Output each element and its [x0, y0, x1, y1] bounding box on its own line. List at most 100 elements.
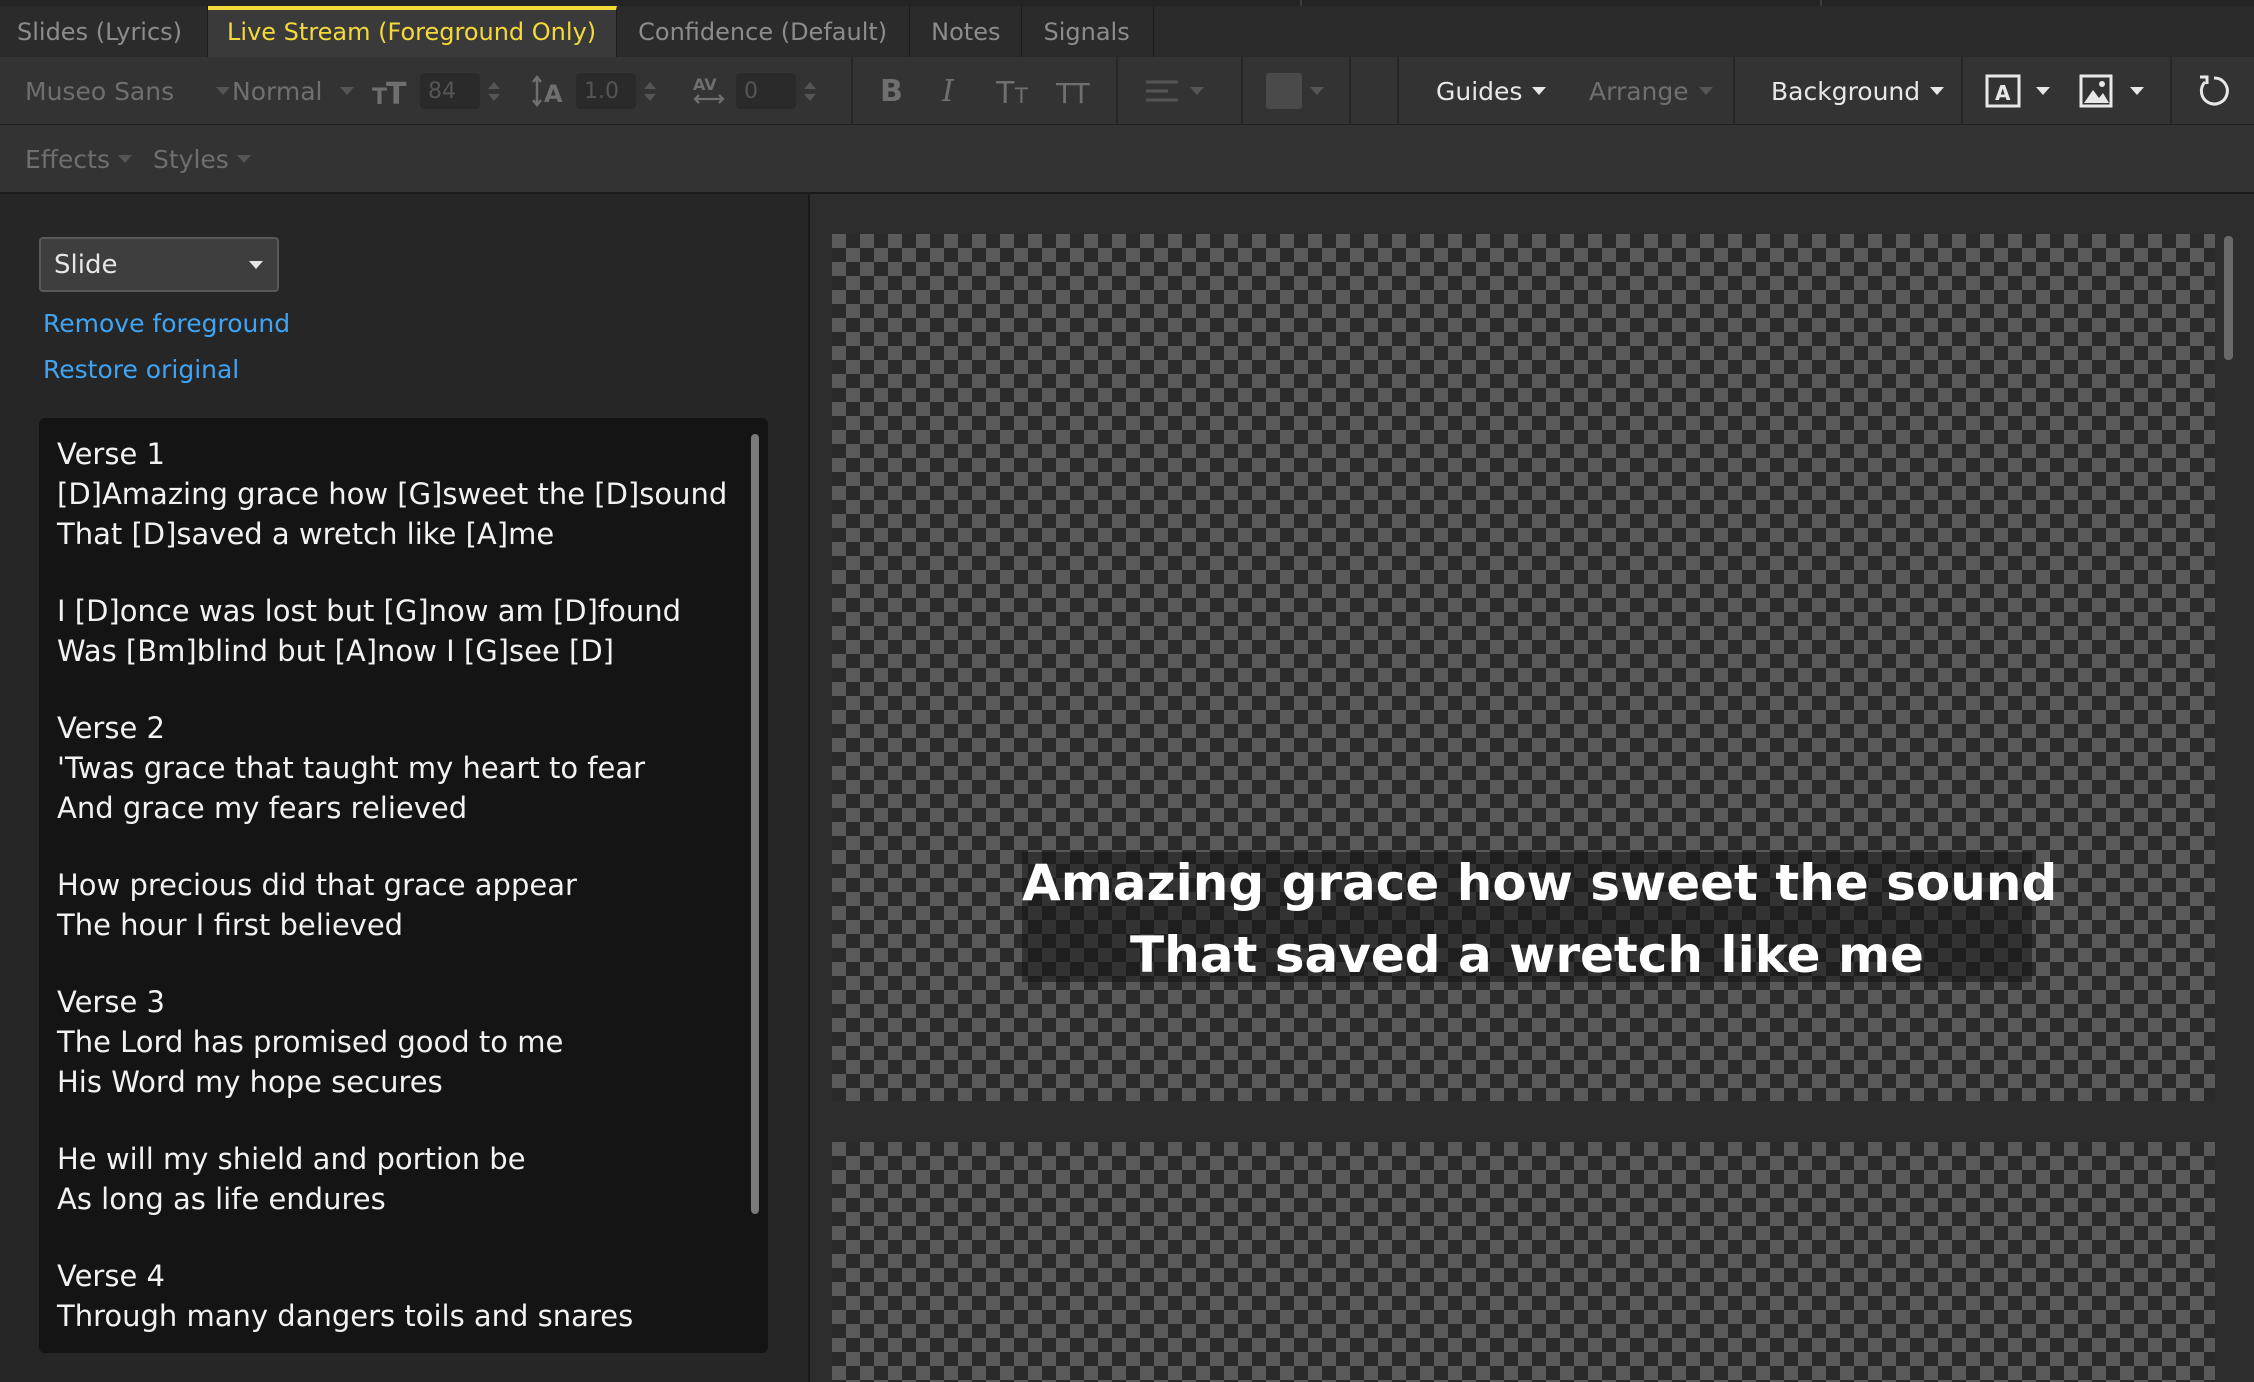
insert-text-button[interactable]: A	[1984, 57, 2050, 125]
lyrics-line: Verse 1	[57, 437, 165, 471]
all-caps-icon: TT	[1056, 77, 1091, 108]
tab-label: Signals	[1043, 17, 1130, 46]
restore-original-link[interactable]: Restore original	[43, 355, 239, 384]
guides-menu[interactable]: Guides	[1436, 57, 1547, 125]
lyrics-block-gap	[57, 554, 752, 591]
text-color-picker[interactable]	[1266, 57, 1324, 125]
lyrics-line: The hour I first believed	[57, 908, 404, 942]
toolbar-divider	[1116, 57, 1118, 125]
toolbar-divider	[1397, 57, 1399, 125]
char-spacing-input[interactable]: 0	[736, 73, 796, 109]
lyrics-line: Verse 2	[57, 711, 165, 745]
format-toolbar: Museo Sans Normal T T 84 A 1.0 AV 0 B I …	[0, 57, 2254, 125]
background-menu[interactable]: Background	[1771, 57, 1945, 125]
remove-foreground-link[interactable]: Remove foreground	[43, 309, 290, 338]
slide-preview-canvas[interactable]: Amazing grace how sweet the sound That s…	[832, 234, 2215, 1101]
secondary-toolbar: Effects Styles	[0, 125, 2254, 194]
lyrics-line: And grace my fears relieved	[57, 791, 468, 825]
chevron-down-icon	[340, 87, 355, 95]
svg-text:T: T	[996, 76, 1015, 108]
tab-label: Confidence (Default)	[638, 17, 888, 46]
lyrics-block-gap	[57, 828, 752, 865]
lyrics-block-gap	[57, 671, 752, 708]
slide-text-line: That saved a wretch like me	[1130, 926, 1924, 984]
svg-text:T: T	[1014, 84, 1028, 108]
color-swatch	[1266, 73, 1302, 109]
alignment-select[interactable]	[1144, 57, 1204, 125]
effects-label: Effects	[25, 144, 110, 174]
all-caps-button[interactable]: TT	[1056, 57, 1096, 125]
tab-signals[interactable]: Signals	[1022, 6, 1154, 57]
mode-select-value: Slide	[54, 249, 118, 280]
lyrics-block-gap	[57, 1219, 752, 1256]
slide-preview-panel: Amazing grace how sweet the sound That s…	[810, 194, 2254, 1382]
line-spacing-icon: A	[532, 74, 563, 108]
svg-text:A: A	[1995, 81, 2011, 105]
lyrics-line: [D]Amazing grace how [G]sweet the [D]sou…	[57, 477, 728, 511]
font-size-stepper[interactable]	[488, 81, 500, 101]
font-family-select[interactable]: Museo Sans	[25, 57, 231, 125]
reset-button[interactable]	[2196, 57, 2232, 125]
italic-button[interactable]: I	[942, 57, 954, 125]
tab-slides-lyrics[interactable]: Slides (Lyrics)	[0, 6, 209, 57]
chevron-down-icon	[1930, 87, 1945, 95]
lyrics-line: Verse 3	[57, 985, 165, 1019]
lyrics-line: He will my shield and portion be	[57, 1142, 526, 1176]
bold-icon: B	[880, 73, 903, 109]
next-slide-preview-canvas[interactable]	[832, 1142, 2215, 1382]
arrange-menu[interactable]: Arrange	[1589, 57, 1713, 125]
lyrics-line: Was [Bm]blind but [A]now I [G]see [D]	[57, 634, 614, 668]
lyrics-scrollbar[interactable]	[751, 434, 759, 1214]
slide-text-line: Amazing grace how sweet the sound	[1022, 854, 2058, 912]
bold-button[interactable]: B	[880, 57, 903, 125]
slide-text-box[interactable]: Amazing grace how sweet the sound That s…	[1022, 852, 2058, 984]
svg-text:AV: AV	[693, 75, 717, 94]
styles-menu[interactable]: Styles	[153, 125, 251, 193]
small-caps-button[interactable]: T T	[996, 57, 1036, 125]
small-caps-icon: T T	[996, 76, 1028, 108]
toolbar-divider	[1241, 57, 1243, 125]
toolbar-divider	[1733, 57, 1735, 125]
lyrics-line: I [D]once was lost but [G]now am [D]foun…	[57, 594, 682, 628]
lyrics-block-gap	[57, 945, 752, 982]
background-label: Background	[1771, 76, 1921, 106]
tab-label: Notes	[931, 17, 1001, 46]
italic-icon: I	[942, 73, 954, 109]
chevron-down-icon	[249, 261, 263, 269]
svg-text:T: T	[386, 77, 407, 108]
lyrics-line: His Word my hope secures	[57, 1065, 443, 1099]
lyrics-line: 'Twas grace that taught my heart to fear	[57, 751, 646, 785]
mode-select[interactable]: Slide	[39, 237, 279, 292]
lyrics-editor[interactable]: Verse 1 [D]Amazing grace how [G]sweet the…	[39, 418, 768, 1353]
lyrics-line: How precious did that grace appear	[57, 868, 577, 902]
svg-text:TT: TT	[1056, 77, 1091, 108]
line-spacing-input[interactable]: 1.0	[576, 73, 636, 109]
align-left-icon	[1146, 80, 1178, 102]
character-spacing-icon: AV	[693, 75, 725, 104]
tab-label: Live Stream (Foreground Only)	[227, 17, 597, 46]
toolbar-divider	[1349, 57, 1351, 125]
chevron-down-icon	[117, 155, 132, 163]
line-spacing-stepper[interactable]	[644, 81, 656, 101]
tab-confidence[interactable]: Confidence (Default)	[617, 6, 911, 57]
toolbar-divider	[2170, 57, 2172, 125]
lyrics-line: That [D]saved a wretch like [A]me	[57, 517, 555, 551]
char-spacing-stepper[interactable]	[804, 81, 816, 101]
font-style-select[interactable]: Normal	[232, 57, 355, 125]
tab-live-stream[interactable]: Live Stream (Foreground Only)	[208, 6, 618, 57]
lyrics-line: Through many dangers toils and snares	[57, 1299, 634, 1333]
tab-label: Slides (Lyrics)	[17, 17, 183, 46]
line-spacing-control[interactable]: A 1.0	[532, 57, 656, 125]
font-size-icon: T T	[372, 77, 407, 108]
tab-notes[interactable]: Notes	[910, 6, 1023, 57]
guides-label: Guides	[1436, 76, 1523, 106]
insert-image-button[interactable]	[2078, 57, 2144, 125]
effects-menu[interactable]: Effects	[25, 125, 132, 193]
chevron-down-icon	[236, 155, 251, 163]
font-size-control[interactable]: T T 84	[372, 57, 500, 125]
chevron-down-icon	[1310, 87, 1324, 95]
char-spacing-control[interactable]: AV 0	[692, 57, 816, 125]
preview-scrollbar[interactable]	[2224, 236, 2233, 360]
font-size-input[interactable]: 84	[420, 73, 480, 109]
lyrics-block-gap	[57, 1102, 752, 1139]
